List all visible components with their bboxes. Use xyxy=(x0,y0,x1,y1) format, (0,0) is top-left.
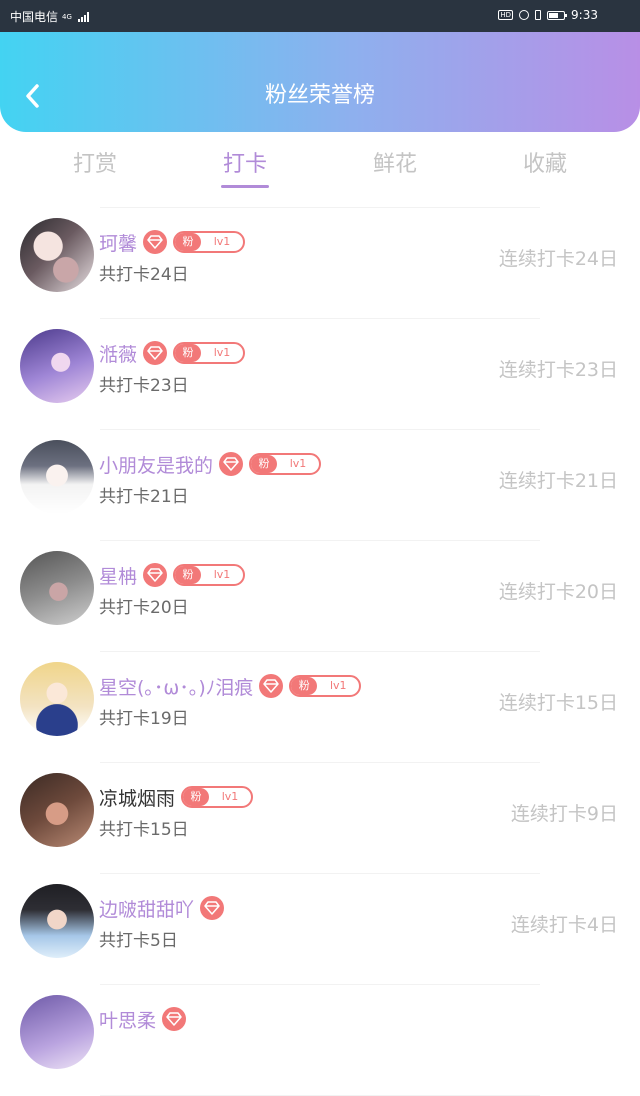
fan-level-badge: 粉 lv1 xyxy=(181,786,254,808)
fan-badge-level: lv1 xyxy=(289,457,307,470)
streak-checkin: 连续打卡23日 xyxy=(498,359,618,381)
fan-name[interactable]: 凉城烟雨 xyxy=(99,784,175,811)
avatar[interactable] xyxy=(20,773,94,847)
nfc-icon xyxy=(519,10,530,20)
signal-icon xyxy=(77,11,89,22)
active-tab-indicator xyxy=(221,185,269,188)
fan-level-badge: 粉 lv1 xyxy=(289,675,362,697)
fan-row[interactable]: 边啵甜甜吖共打卡5日 连续打卡4日 xyxy=(0,874,640,985)
fan-level-badge: 粉 lv1 xyxy=(173,342,246,364)
fan-badge-label: 粉 xyxy=(175,233,202,251)
diamond-icon xyxy=(147,346,163,360)
fan-name[interactable]: 叶思柔 xyxy=(99,1006,156,1033)
clock: 9:33 xyxy=(571,8,598,22)
diamond-icon xyxy=(263,679,279,693)
diamond-badge xyxy=(259,674,284,698)
streak-checkin: 连续打卡21日 xyxy=(498,470,618,492)
network-label: 4G xyxy=(62,12,72,21)
fan-row[interactable]: 叶思柔 xyxy=(0,985,640,1096)
total-checkin: 共打卡24日 xyxy=(99,265,189,285)
fan-name[interactable]: 星空(｡･ω･｡)ﾉ泪痕 xyxy=(99,673,253,700)
total-checkin: 共打卡20日 xyxy=(99,598,189,618)
name-line: 叶思柔 xyxy=(99,1005,187,1033)
fan-badge-level: lv1 xyxy=(213,346,231,359)
fan-badge-label: 粉 xyxy=(175,344,202,362)
total-checkin: 共打卡5日 xyxy=(99,931,178,951)
tab-bar: 打赏 打卡 鲜花 收藏 xyxy=(0,140,640,192)
tab-reward[interactable]: 打赏 xyxy=(20,146,170,178)
fan-row[interactable]: 小朋友是我的 粉 lv1 共打卡21日 连续打卡21日 xyxy=(0,430,640,541)
streak-checkin: 连续打卡20日 xyxy=(498,581,618,603)
fan-badge-label: 粉 xyxy=(175,566,202,584)
fan-badge-label: 粉 xyxy=(183,788,210,806)
status-right: HD 9:33 xyxy=(498,8,598,22)
fan-row[interactable]: 星柟 粉 lv1 共打卡20日 连续打卡20日 xyxy=(0,541,640,652)
fan-badge-label: 粉 xyxy=(291,677,318,695)
diamond-icon xyxy=(147,568,163,582)
fan-badge-level: lv1 xyxy=(213,235,231,248)
fan-badge-level: lv1 xyxy=(221,790,239,803)
page-title: 粉丝荣誉榜 xyxy=(264,83,375,108)
fan-level-badge: 粉 lv1 xyxy=(249,453,322,475)
diamond-icon xyxy=(147,235,163,249)
total-checkin: 共打卡21日 xyxy=(99,487,189,507)
avatar[interactable] xyxy=(20,884,94,958)
avatar[interactable] xyxy=(20,662,94,736)
diamond-badge xyxy=(200,896,225,920)
tab-checkin[interactable]: 打卡 xyxy=(170,146,320,178)
streak-checkin: 连续打卡24日 xyxy=(498,248,618,270)
fan-badge-level: lv1 xyxy=(213,568,231,581)
fan-badge-label: 粉 xyxy=(251,455,278,473)
tab-flowers[interactable]: 鲜花 xyxy=(320,146,470,178)
name-line: 边啵甜甜吖 xyxy=(99,894,225,922)
avatar[interactable] xyxy=(20,440,94,514)
carrier-label: 中国电信 xyxy=(10,10,59,24)
diamond-icon xyxy=(223,457,239,471)
name-line: 凉城烟雨粉 lv1 xyxy=(99,783,254,811)
tab-favorites[interactable]: 收藏 xyxy=(470,146,620,178)
streak-checkin: 连续打卡9日 xyxy=(510,803,618,825)
name-line: 小朋友是我的 粉 lv1 xyxy=(99,450,322,478)
streak-checkin: 连续打卡15日 xyxy=(498,692,618,714)
hd-icon: HD xyxy=(498,10,514,20)
name-line: 星空(｡･ω･｡)ﾉ泪痕 粉 lv1 xyxy=(99,672,362,700)
fan-level-badge: 粉 lv1 xyxy=(173,564,246,586)
total-checkin: 共打卡23日 xyxy=(99,376,189,396)
avatar[interactable] xyxy=(20,329,94,403)
fan-row[interactable]: 湉薇 粉 lv1 共打卡23日 连续打卡23日 xyxy=(0,319,640,430)
streak-checkin: 连续打卡4日 xyxy=(510,914,618,936)
fan-row[interactable]: 凉城烟雨粉 lv1 共打卡15日 连续打卡9日 xyxy=(0,763,640,874)
fan-name[interactable]: 湉薇 xyxy=(99,340,137,367)
name-line: 星柟 粉 lv1 xyxy=(99,561,246,589)
avatar[interactable] xyxy=(20,551,94,625)
name-line: 珂馨 粉 lv1 xyxy=(99,228,246,256)
fan-name[interactable]: 珂馨 xyxy=(99,229,137,256)
page-header: 粉丝荣誉榜 xyxy=(0,32,640,132)
fan-badge-level: lv1 xyxy=(329,679,347,692)
fan-name[interactable]: 边啵甜甜吖 xyxy=(99,895,194,922)
avatar[interactable] xyxy=(20,995,94,1069)
fan-level-badge: 粉 lv1 xyxy=(173,231,246,253)
diamond-badge xyxy=(162,1007,187,1031)
fan-row[interactable]: 珂馨 粉 lv1 共打卡24日 连续打卡24日 xyxy=(0,208,640,319)
total-checkin: 共打卡15日 xyxy=(99,820,189,840)
fan-row[interactable]: 星空(｡･ω･｡)ﾉ泪痕 粉 lv1 共打卡19日 连续打卡15日 xyxy=(0,652,640,763)
diamond-badge xyxy=(143,341,168,365)
avatar[interactable] xyxy=(20,218,94,292)
total-checkin: 共打卡19日 xyxy=(99,709,189,729)
name-line: 湉薇 粉 lv1 xyxy=(99,339,246,367)
fan-name[interactable]: 小朋友是我的 xyxy=(99,451,213,478)
diamond-badge xyxy=(143,563,168,587)
status-left: 中国电信 4G xyxy=(10,8,89,25)
diamond-icon xyxy=(204,901,220,915)
vibrate-icon xyxy=(535,10,542,20)
diamond-badge xyxy=(219,452,244,476)
fan-name[interactable]: 星柟 xyxy=(99,562,137,589)
battery-icon xyxy=(547,10,568,20)
diamond-badge xyxy=(143,230,168,254)
status-bar: 中国电信 4G HD 9:33 xyxy=(0,0,640,32)
